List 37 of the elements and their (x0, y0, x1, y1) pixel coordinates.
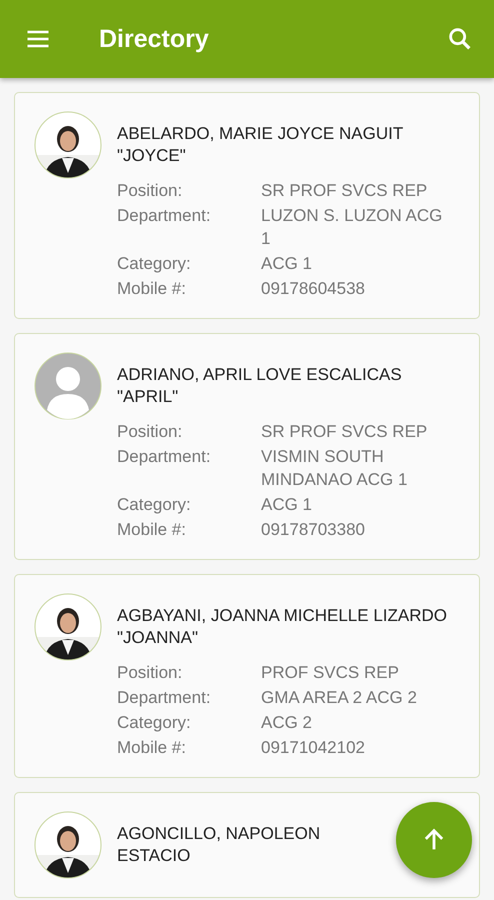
field-label: Mobile #: (117, 737, 187, 759)
field-value: ACG 2 (261, 712, 314, 734)
field-label: Department: (117, 687, 212, 709)
field-label: Position: (117, 180, 184, 202)
field-label: Category: (117, 253, 192, 275)
field-value: 09171042102 (261, 737, 366, 759)
field-label: Position: (117, 662, 184, 684)
field-value: SR PROF SVCS REP (261, 421, 428, 443)
contact-name: ADRIANO, APRIL LOVE ESCALICAS (117, 364, 402, 386)
avatar-placeholder-icon (34, 352, 102, 420)
contact-name: ABELARDO, MARIE JOYCE NAGUIT (117, 123, 404, 145)
app-title: Directory (99, 24, 210, 54)
field-value: 09178604538 (261, 278, 366, 300)
field-value: SR PROF SVCS REP (261, 180, 428, 202)
field-label: Position: (117, 421, 184, 443)
contact-nickname: "JOYCE" (117, 145, 186, 167)
field-value: PROF SVCS REP (261, 662, 400, 684)
field-value: GMA AREA 2 ACG 2 (261, 687, 418, 709)
contact-card[interactable]: ADRIANO, APRIL LOVE ESCALICAS "APRIL" Position: SR PROF SVCS REP Department: VISMIN SOUTH MINDANAO ACG 1 Category: ACG 1 Mobile #: 09178703380 (14, 333, 480, 560)
field-label: Mobile #: (117, 519, 187, 541)
field-label: Department: (117, 205, 212, 227)
contact-nickname: "APRIL" (117, 386, 178, 408)
field-label: Department: (117, 446, 212, 468)
field-value: VISMIN SOUTH MINDANAO ACG 1 (261, 446, 408, 491)
field-value: ACG 1 (261, 253, 314, 275)
field-value: 09178703380 (261, 519, 366, 541)
contact-name: AGONCILLO, NAPOLEON ESTACIO (117, 823, 322, 867)
field-label: Category: (117, 494, 192, 516)
field-value: LUZON S. LUZON ACG 1 (261, 205, 444, 250)
contact-card[interactable]: AGBAYANI, JOANNA MICHELLE LIZARDO "JOANNA" Position: PROF SVCS REP Department: GMA AREA 2 ACG 2 Category: ACG 2 Mobile #: 09171042102 (14, 574, 480, 778)
contact-card[interactable]: ABELARDO, MARIE JOYCE NAGUIT "JOYCE" Position: SR PROF SVCS REP Department: LUZON S. LUZON ACG 1 Category: ACG 1 Mobile #: 09178604538 (14, 92, 480, 319)
field-label: Category: (117, 712, 192, 734)
field-label: Mobile #: (117, 278, 187, 300)
field-value: ACG 1 (261, 494, 314, 516)
contact-card[interactable]: AGONCILLO, NAPOLEON ESTACIO (14, 792, 480, 898)
contact-name: AGBAYANI, JOANNA MICHELLE LIZARDO (117, 605, 448, 627)
contact-nickname: "JOANNA" (117, 627, 198, 649)
